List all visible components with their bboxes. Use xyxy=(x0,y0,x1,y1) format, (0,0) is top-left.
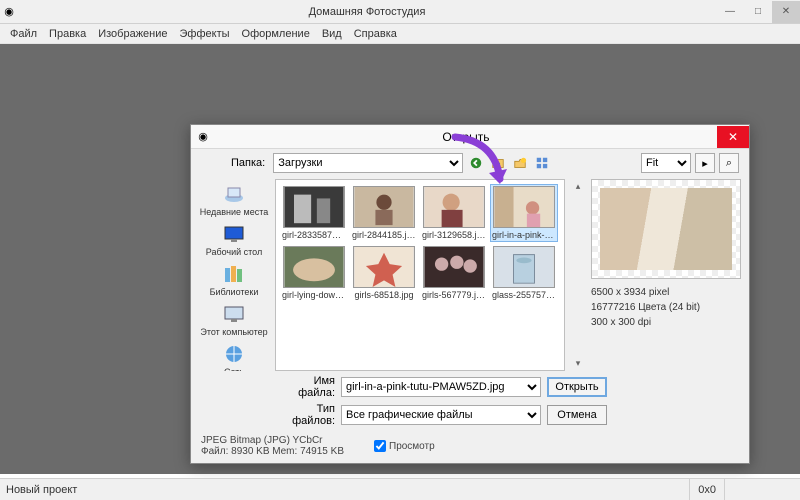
close-button[interactable]: ✕ xyxy=(772,1,800,23)
workarea: ◉ Открыть ✕ Папка: Загрузки Fit ▸ ⌕ Неда… xyxy=(0,44,800,474)
places-bar: Недавние места Рабочий стол Библиотеки Э… xyxy=(199,179,269,371)
open-button[interactable]: Открыть xyxy=(547,377,607,397)
preview-pane: 6500 x 3934 pixel 16777216 Цвета (24 bit… xyxy=(591,179,741,371)
app-title: Домашняя Фотостудия xyxy=(18,6,716,18)
scrollbar[interactable]: ▴ ▾ xyxy=(571,179,585,371)
zoom-button[interactable]: ⌕ xyxy=(719,153,739,173)
fit-select[interactable]: Fit xyxy=(641,153,691,173)
dialog-titlebar: ◉ Открыть ✕ xyxy=(191,125,749,149)
status-coords: 0x0 xyxy=(689,479,724,500)
menu-help[interactable]: Справка xyxy=(348,28,403,40)
app-icon: ◉ xyxy=(0,5,18,18)
folder-label: Папка: xyxy=(231,157,265,169)
statusbar: Новый проект 0x0 xyxy=(0,478,800,500)
back-icon[interactable] xyxy=(467,154,485,172)
preview-checkbox[interactable]: Просмотр xyxy=(374,440,435,452)
menubar: Файл Правка Изображение Эффекты Оформлен… xyxy=(0,24,800,44)
maximize-button[interactable]: □ xyxy=(744,1,772,23)
place-network[interactable]: Сеть xyxy=(199,341,269,371)
status-empty xyxy=(724,479,794,500)
preview-dimensions: 6500 x 3934 pixel xyxy=(591,285,741,300)
file-item[interactable]: glass-2557577_1... xyxy=(490,244,558,302)
menu-file[interactable]: Файл xyxy=(4,28,43,40)
preview-checkbox-input[interactable] xyxy=(374,440,386,452)
preview-colors: 16777216 Цвета (24 bit) xyxy=(591,300,741,315)
place-computer[interactable]: Этот компьютер xyxy=(199,301,269,339)
file-item[interactable]: girl-3129658.jpg xyxy=(420,184,488,242)
file-item[interactable]: girls-567779.jpg xyxy=(420,244,488,302)
menu-view[interactable]: Вид xyxy=(316,28,348,40)
preview-meta: 6500 x 3934 pixel 16777216 Цвета (24 bit… xyxy=(591,285,741,330)
menu-edit[interactable]: Правка xyxy=(43,28,92,40)
new-folder-icon[interactable] xyxy=(511,154,529,172)
status-project: Новый проект xyxy=(6,484,77,496)
scroll-down-icon[interactable]: ▾ xyxy=(576,358,581,369)
dialog-icon: ◉ xyxy=(191,130,215,143)
folder-select[interactable]: Загрузки xyxy=(273,153,463,173)
file-item[interactable]: girls-68518.jpg xyxy=(350,244,418,302)
dialog-footer: JPEG Bitmap (JPG) YCbCr Файл: 8930 KB Me… xyxy=(191,433,749,463)
filetype-select[interactable]: Все графические файлы xyxy=(341,405,541,425)
place-desktop[interactable]: Рабочий стол xyxy=(199,221,269,259)
open-dialog: ◉ Открыть ✕ Папка: Загрузки Fit ▸ ⌕ Неда… xyxy=(190,124,750,464)
filename-input[interactable]: girl-in-a-pink-tutu-PMAW5ZD.jpg xyxy=(341,377,541,397)
dialog-title: Открыть xyxy=(215,130,717,144)
dialog-close-button[interactable]: ✕ xyxy=(717,126,749,148)
preview-image xyxy=(591,179,741,279)
view-mode-icon[interactable] xyxy=(533,154,551,172)
up-icon[interactable] xyxy=(489,154,507,172)
nav-button[interactable]: ▸ xyxy=(695,153,715,173)
format-info: JPEG Bitmap (JPG) YCbCr xyxy=(201,435,344,446)
file-item[interactable]: girl-lying-down-... xyxy=(280,244,348,302)
preview-dpi: 300 x 300 dpi xyxy=(591,315,741,330)
file-item[interactable]: girl-2833587_192... xyxy=(280,184,348,242)
place-libraries[interactable]: Библиотеки xyxy=(199,261,269,299)
menu-image[interactable]: Изображение xyxy=(92,28,173,40)
place-recent[interactable]: Недавние места xyxy=(199,181,269,219)
filetype-label: Тип файлов: xyxy=(275,403,335,427)
minimize-button[interactable]: — xyxy=(716,1,744,23)
menu-effects[interactable]: Эффекты xyxy=(174,28,236,40)
file-item-selected[interactable]: girl-in-a-pink-tu... xyxy=(490,184,558,242)
file-list[interactable]: girl-2833587_192... girl-2844185.jpg gir… xyxy=(275,179,565,371)
app-titlebar: ◉ Домашняя Фотостудия — □ ✕ xyxy=(0,0,800,24)
cancel-button[interactable]: Отмена xyxy=(547,405,607,425)
dialog-toolbar: Папка: Загрузки Fit ▸ ⌕ xyxy=(191,149,749,179)
scroll-up-icon[interactable]: ▴ xyxy=(576,181,581,192)
file-item[interactable]: girl-2844185.jpg xyxy=(350,184,418,242)
menu-decoration[interactable]: Оформление xyxy=(236,28,316,40)
memory-info: Файл: 8930 KB Mem: 74915 KB xyxy=(201,446,344,457)
filename-label: Имя файла: xyxy=(275,375,335,399)
